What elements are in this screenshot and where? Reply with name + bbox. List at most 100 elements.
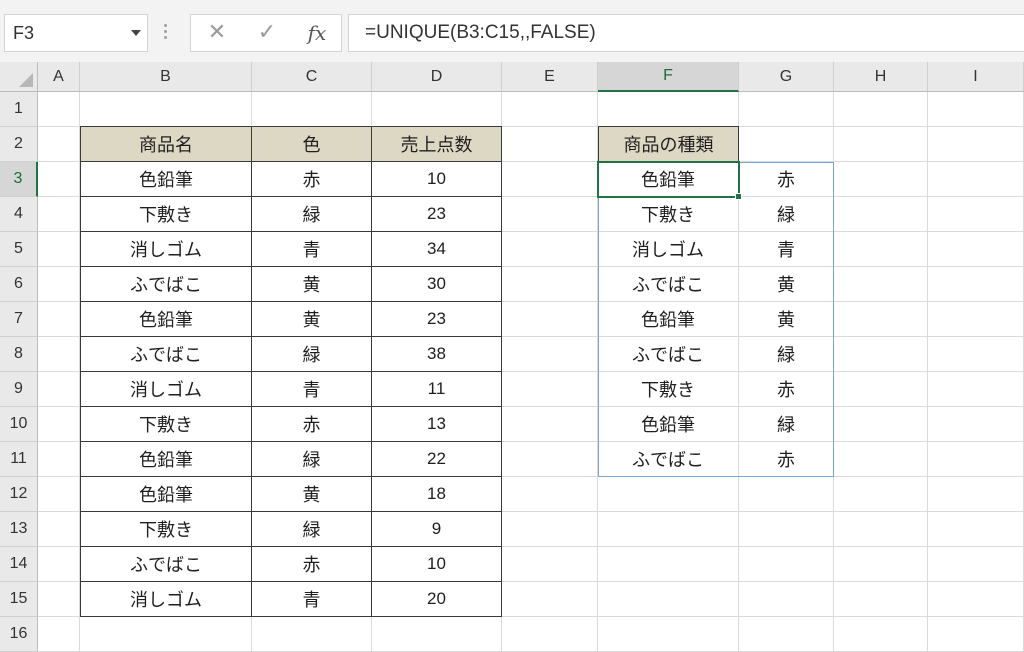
source-cell[interactable]: 緑	[252, 337, 372, 372]
result-cell[interactable]: 緑	[739, 197, 834, 232]
source-cell[interactable]: 色鉛筆	[80, 162, 252, 197]
cell-a6[interactable]	[38, 267, 80, 302]
column-header-b[interactable]: B	[80, 62, 252, 92]
result-cell[interactable]: 色鉛筆	[598, 302, 739, 337]
source-cell[interactable]: 黄	[252, 302, 372, 337]
cell-a15[interactable]	[38, 582, 80, 617]
source-cell[interactable]: 色鉛筆	[80, 442, 252, 477]
row-header-5[interactable]: 5	[0, 232, 38, 267]
source-cell[interactable]: 青	[252, 232, 372, 267]
cell-f15[interactable]	[598, 582, 739, 617]
column-header-c[interactable]: C	[252, 62, 372, 92]
source-cell[interactable]: 10	[372, 162, 502, 197]
cell-f13[interactable]	[598, 512, 739, 547]
column-header-h[interactable]: H	[834, 62, 928, 92]
chevron-down-icon[interactable]	[131, 30, 141, 36]
enter-icon[interactable]: ✓	[249, 19, 285, 47]
cell-e8[interactable]	[502, 337, 598, 372]
source-cell[interactable]: 23	[372, 302, 502, 337]
column-header-g[interactable]: G	[739, 62, 834, 92]
cell-h7[interactable]	[834, 302, 928, 337]
source-cell[interactable]: 色鉛筆	[80, 477, 252, 512]
cell-d16[interactable]	[372, 617, 502, 652]
cell-i10[interactable]	[928, 407, 1024, 442]
cell-a5[interactable]	[38, 232, 80, 267]
cell-f16[interactable]	[598, 617, 739, 652]
row-header-14[interactable]: 14	[0, 547, 38, 582]
cell-i1[interactable]	[928, 92, 1024, 127]
source-cell[interactable]: 下敷き	[80, 197, 252, 232]
result-cell[interactable]: 消しゴム	[598, 232, 739, 267]
result-cell[interactable]: 緑	[739, 407, 834, 442]
cell-e16[interactable]	[502, 617, 598, 652]
cell-a2[interactable]	[38, 127, 80, 162]
cell-a3[interactable]	[38, 162, 80, 197]
cell-d1[interactable]	[372, 92, 502, 127]
cell-a9[interactable]	[38, 372, 80, 407]
result-cell[interactable]: 黄	[739, 302, 834, 337]
fill-handle[interactable]	[735, 193, 742, 200]
cell-h1[interactable]	[834, 92, 928, 127]
cell-g2[interactable]	[739, 127, 834, 162]
cell-i16[interactable]	[928, 617, 1024, 652]
source-cell[interactable]: ふでばこ	[80, 547, 252, 582]
cell-h14[interactable]	[834, 547, 928, 582]
select-all-corner[interactable]	[0, 62, 38, 92]
cell-a1[interactable]	[38, 92, 80, 127]
result-cell[interactable]: ふでばこ	[598, 267, 739, 302]
cell-i4[interactable]	[928, 197, 1024, 232]
cell-i11[interactable]	[928, 442, 1024, 477]
cell-i14[interactable]	[928, 547, 1024, 582]
result-cell[interactable]: 色鉛筆	[598, 162, 739, 197]
source-cell[interactable]: 赤	[252, 547, 372, 582]
source-cell[interactable]: 緑	[252, 512, 372, 547]
row-header-16[interactable]: 16	[0, 617, 38, 652]
source-cell[interactable]: 青	[252, 372, 372, 407]
source-cell[interactable]: 消しゴム	[80, 232, 252, 267]
cell-h3[interactable]	[834, 162, 928, 197]
source-cell[interactable]: 13	[372, 407, 502, 442]
result-cell[interactable]: 青	[739, 232, 834, 267]
cell-c16[interactable]	[252, 617, 372, 652]
source-header-cell[interactable]: 売上点数	[372, 126, 502, 162]
cell-h12[interactable]	[834, 477, 928, 512]
result-cell[interactable]: ふでばこ	[598, 442, 739, 477]
row-header-6[interactable]: 6	[0, 267, 38, 302]
result-header-cell[interactable]: 商品の種類	[598, 126, 739, 162]
result-cell[interactable]: 緑	[739, 337, 834, 372]
cell-e10[interactable]	[502, 407, 598, 442]
cell-f14[interactable]	[598, 547, 739, 582]
cell-i12[interactable]	[928, 477, 1024, 512]
result-cell[interactable]: 赤	[739, 372, 834, 407]
source-header-cell[interactable]: 商品名	[80, 126, 252, 162]
source-cell[interactable]: 23	[372, 197, 502, 232]
cell-b16[interactable]	[80, 617, 252, 652]
cell-h13[interactable]	[834, 512, 928, 547]
formula-input[interactable]: =UNIQUE(B3:C15,,FALSE)	[348, 14, 1024, 52]
cell-f12[interactable]	[598, 477, 739, 512]
source-cell[interactable]: 38	[372, 337, 502, 372]
cell-a12[interactable]	[38, 477, 80, 512]
more-options-icon[interactable]	[164, 24, 168, 42]
cell-h15[interactable]	[834, 582, 928, 617]
cell-g15[interactable]	[739, 582, 834, 617]
cell-a11[interactable]	[38, 442, 80, 477]
cell-c1[interactable]	[252, 92, 372, 127]
source-cell[interactable]: 黄	[252, 267, 372, 302]
cell-i13[interactable]	[928, 512, 1024, 547]
cell-h5[interactable]	[834, 232, 928, 267]
cell-b1[interactable]	[80, 92, 252, 127]
row-header-10[interactable]: 10	[0, 407, 38, 442]
source-cell[interactable]: 消しゴム	[80, 582, 252, 617]
cell-h6[interactable]	[834, 267, 928, 302]
cell-g14[interactable]	[739, 547, 834, 582]
row-header-4[interactable]: 4	[0, 197, 38, 232]
cell-e3[interactable]	[502, 162, 598, 197]
cancel-icon[interactable]: ✕	[199, 19, 235, 47]
cell-e7[interactable]	[502, 302, 598, 337]
cell-a4[interactable]	[38, 197, 80, 232]
cell-e5[interactable]	[502, 232, 598, 267]
row-header-3[interactable]: 3	[0, 162, 38, 197]
source-cell[interactable]: 青	[252, 582, 372, 617]
cell-a14[interactable]	[38, 547, 80, 582]
